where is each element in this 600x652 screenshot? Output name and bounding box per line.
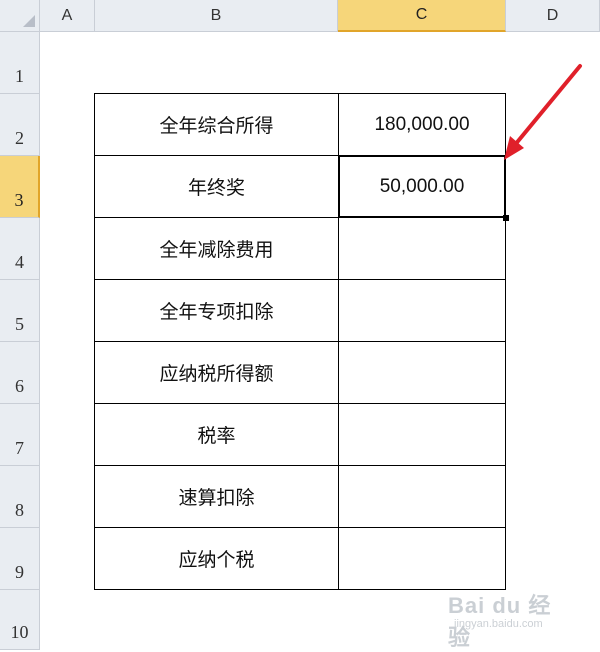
row-header-10[interactable]: 10 [0,590,40,650]
row-header-4[interactable]: 4 [0,218,40,280]
row-header-1[interactable]: 1 [0,32,40,94]
column-header-d[interactable]: D [506,0,600,32]
cell-c2[interactable]: 180,000.00 [338,93,506,156]
cell-b6[interactable]: 应纳税所得额 [94,341,339,404]
cell-b4[interactable]: 全年减除费用 [94,217,339,280]
red-arrow-icon [504,64,582,160]
row-header-3[interactable]: 3 [0,156,40,218]
cell-c7[interactable] [338,403,506,466]
cell-c8[interactable] [338,465,506,528]
fill-handle[interactable] [503,215,509,221]
cell-b8[interactable]: 速算扣除 [94,465,339,528]
cell-b2[interactable]: 全年综合所得 [94,93,339,156]
select-all-corner[interactable] [0,0,40,32]
row-header-8[interactable]: 8 [0,466,40,528]
cell-c5[interactable] [338,279,506,342]
cell-b9[interactable]: 应纳个税 [94,527,339,590]
column-header-b[interactable]: B [95,0,338,32]
cell-b3[interactable]: 年终奖 [94,155,339,218]
watermark-url: jingyan.baidu.com [454,618,543,630]
row-header-2[interactable]: 2 [0,94,40,156]
row-header-5[interactable]: 5 [0,280,40,342]
cell-c9[interactable] [338,527,506,590]
cell-b7[interactable]: 税率 [94,403,339,466]
cell-c4[interactable] [338,217,506,280]
cell-c3-selected[interactable]: 50,000.00 [338,155,506,218]
baidu-jingyan-watermark: Bai du 经验 jingyan.baidu.com [448,588,568,650]
row-header-9[interactable]: 9 [0,528,40,590]
row-header-7[interactable]: 7 [0,404,40,466]
column-header-a[interactable]: A [40,0,95,32]
select-all-icon [23,15,35,27]
cell-b5[interactable]: 全年专项扣除 [94,279,339,342]
column-header-c[interactable]: C [338,0,506,32]
cell-c6[interactable] [338,341,506,404]
row-header-6[interactable]: 6 [0,342,40,404]
